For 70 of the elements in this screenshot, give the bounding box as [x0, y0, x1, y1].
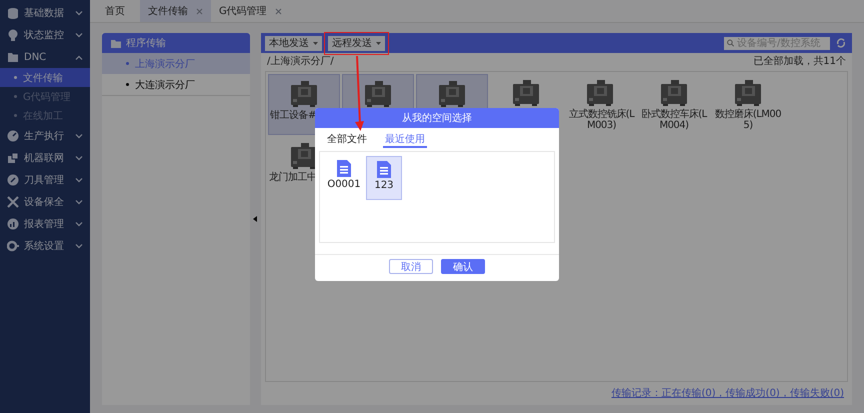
cancel-button[interactable]: 取消 [389, 259, 433, 274]
chevron-down-icon [75, 32, 83, 38]
sidebar-item[interactable]: 报表管理 [0, 213, 90, 235]
folder-icon [7, 51, 19, 63]
sidebar-item[interactable]: 系统设置 [0, 235, 90, 257]
sidebar-item[interactable]: 生产执行 [0, 125, 90, 147]
sidebar-item[interactable]: 机器联网 [0, 147, 90, 169]
device-name: 卧式数控车床(LM004) [640, 109, 708, 131]
machine-icon [291, 81, 317, 107]
document-icon [377, 161, 391, 178]
sidebar-item[interactable]: 基础数据 [0, 2, 90, 24]
panel-title: 程序传输 [126, 36, 166, 50]
machine-icon [439, 81, 465, 107]
device-name: 钳工设备# [270, 110, 316, 121]
sidebar-item[interactable]: 状态监控 [0, 24, 90, 46]
device-tile[interactable]: 卧式数控车床(LM004) [638, 74, 710, 135]
dropdown-button[interactable]: 本地发送 [265, 36, 322, 50]
machine-icon [661, 80, 687, 106]
tab[interactable]: 最近使用 [383, 132, 427, 148]
gauge-icon [7, 174, 19, 186]
machine-icon [513, 80, 539, 106]
device-name: 数控磨床(LM005) [714, 109, 782, 131]
load-status: 已全部加载，共11个 [753, 54, 846, 68]
folder-icon [111, 38, 121, 48]
chevron-down-icon [75, 222, 83, 226]
chevron-down-icon [75, 178, 83, 182]
file-item[interactable]: O0001 [326, 156, 362, 198]
tab[interactable]: 全部文件 [325, 132, 369, 148]
collapse-handle-icon [253, 216, 257, 222]
sidebar-item[interactable]: DNC [0, 46, 90, 68]
path-text: /上海演示分厂/ [267, 54, 334, 68]
chevron-down-icon [75, 10, 83, 16]
dropdown-button[interactable]: 远程发送 [328, 36, 385, 50]
transfer-log-link[interactable]: 传输记录：正在传输(0)，传输成功(0)，传输失败(0) [612, 386, 844, 400]
tree-item[interactable]: 上海演示分厂 [102, 53, 250, 74]
machine-icon [291, 143, 317, 169]
refresh-icon[interactable] [836, 38, 846, 48]
network-icon [7, 152, 19, 164]
machine-icon [735, 80, 761, 106]
pin-icon [7, 29, 19, 41]
chevron-down-icon [75, 200, 83, 204]
machine-icon [365, 81, 391, 107]
tab[interactable]: G代码管理 [211, 0, 290, 22]
tab[interactable]: 文件传输 [140, 0, 211, 22]
sidebar-item[interactable]: 设备保全 [0, 191, 90, 213]
database-icon [7, 7, 19, 19]
caret-down-icon [376, 42, 381, 44]
file-name: O0001 [327, 179, 361, 190]
chevron-down-icon [75, 156, 83, 160]
annotation-box [324, 32, 389, 54]
dialog-title: 从我的空间选择 [315, 108, 559, 128]
confirm-button[interactable]: 确认 [441, 259, 485, 274]
chevron-down-icon [75, 134, 83, 138]
file-name: 123 [374, 180, 394, 191]
gauge-icon [7, 130, 19, 142]
sidebar-subitem[interactable]: 文件传输 [0, 68, 90, 87]
tree-item[interactable]: 大连演示分厂 [102, 74, 250, 96]
caret-down-icon [313, 42, 318, 44]
chevron-down-icon [75, 244, 83, 248]
file-item[interactable]: 123 [366, 156, 402, 200]
tab[interactable]: 首页 [90, 0, 140, 22]
chart-icon [7, 218, 19, 230]
device-tile[interactable]: 数控磨床(LM005) [712, 74, 784, 135]
search-icon [727, 39, 734, 47]
sidebar-item[interactable]: 刀具管理 [0, 169, 90, 191]
chevron-up-icon [75, 54, 83, 60]
document-icon [337, 160, 351, 177]
device-tile[interactable]: 立式数控铣床(LM003) [564, 74, 636, 135]
machine-icon [587, 80, 613, 106]
device-name: 立式数控铣床(LM003) [568, 109, 635, 131]
